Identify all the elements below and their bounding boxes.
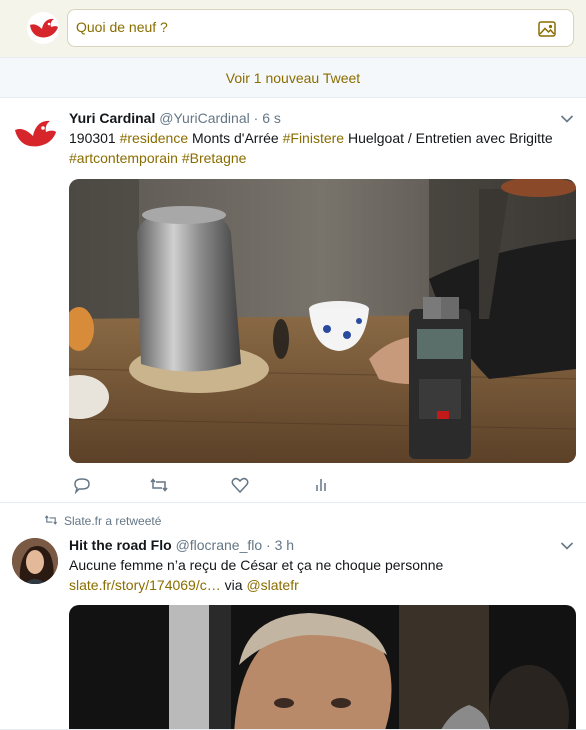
text-segment: Huelgoat / Entretien avec Brigitte — [344, 130, 553, 146]
text-segment: 190301 — [69, 130, 120, 146]
hashtag-link[interactable]: #Bretagne — [182, 150, 247, 166]
tweet-photo[interactable] — [69, 179, 576, 463]
tweet-header: Hit the road Flo @flocrane_flo · 3 h — [69, 537, 294, 553]
tweet-time[interactable]: 6 s — [262, 110, 281, 126]
article-link[interactable]: slate.fr/story/174069/c… — [69, 577, 221, 593]
avatar[interactable] — [12, 538, 58, 584]
retweet-icon[interactable] — [149, 475, 169, 495]
tweet[interactable]: Slate.fr a retweeté Hit the road Flo @fl… — [0, 504, 586, 730]
tweet-text-line: Aucune femme n’a reçu de César et ça ne … — [69, 557, 444, 573]
chevron-down-icon[interactable] — [560, 541, 574, 551]
avatar[interactable] — [12, 111, 58, 157]
hashtag-link[interactable]: #Finistere — [283, 130, 344, 146]
text-segment: Monts d'Arrée — [188, 130, 283, 146]
tweet-header: Yuri Cardinal @YuriCardinal · 6 s — [69, 110, 281, 126]
tweet-time[interactable]: 3 h — [275, 537, 294, 553]
separator-dot: · — [253, 110, 259, 126]
tweet[interactable]: Yuri Cardinal @YuriCardinal · 6 s 190301… — [0, 99, 586, 503]
retweet-context-label: Slate.fr a retweeté — [64, 514, 162, 528]
hashtag-link[interactable]: #residence — [120, 130, 189, 146]
separator-dot: · — [266, 537, 271, 553]
user-handle[interactable]: @YuriCardinal — [159, 110, 249, 126]
mention-link[interactable]: @slatefr — [246, 577, 298, 593]
user-name[interactable]: Hit the road Flo — [69, 537, 172, 553]
bird-logo-icon — [27, 12, 59, 44]
compose-input-box[interactable] — [67, 9, 574, 47]
new-tweets-banner[interactable]: Voir 1 nouveau Tweet — [0, 58, 586, 98]
compose-bar — [0, 0, 586, 58]
tweet-photo[interactable] — [69, 605, 576, 729]
chevron-down-icon[interactable] — [560, 114, 574, 124]
like-icon[interactable] — [230, 475, 250, 495]
tweet-text-line: slate.fr/story/174069/c… via @slatefr — [69, 575, 574, 595]
retweet-icon — [44, 515, 58, 525]
analytics-icon[interactable] — [311, 475, 331, 495]
retweet-context[interactable]: Slate.fr a retweeté — [44, 514, 161, 528]
compose-input[interactable] — [76, 19, 516, 35]
reply-icon[interactable] — [72, 475, 92, 495]
hashtag-link[interactable]: #artcontemporain — [69, 150, 178, 166]
tweet-actions — [69, 475, 369, 495]
tweet-text: Aucune femme n’a reçu de César et ça ne … — [69, 555, 574, 595]
tweet-text: 190301 #residence Monts d'Arrée #Finiste… — [69, 128, 574, 168]
user-handle[interactable]: @flocrane_flo — [176, 537, 263, 553]
user-name[interactable]: Yuri Cardinal — [69, 110, 155, 126]
image-icon[interactable] — [537, 19, 557, 39]
via-label: via — [220, 577, 247, 593]
